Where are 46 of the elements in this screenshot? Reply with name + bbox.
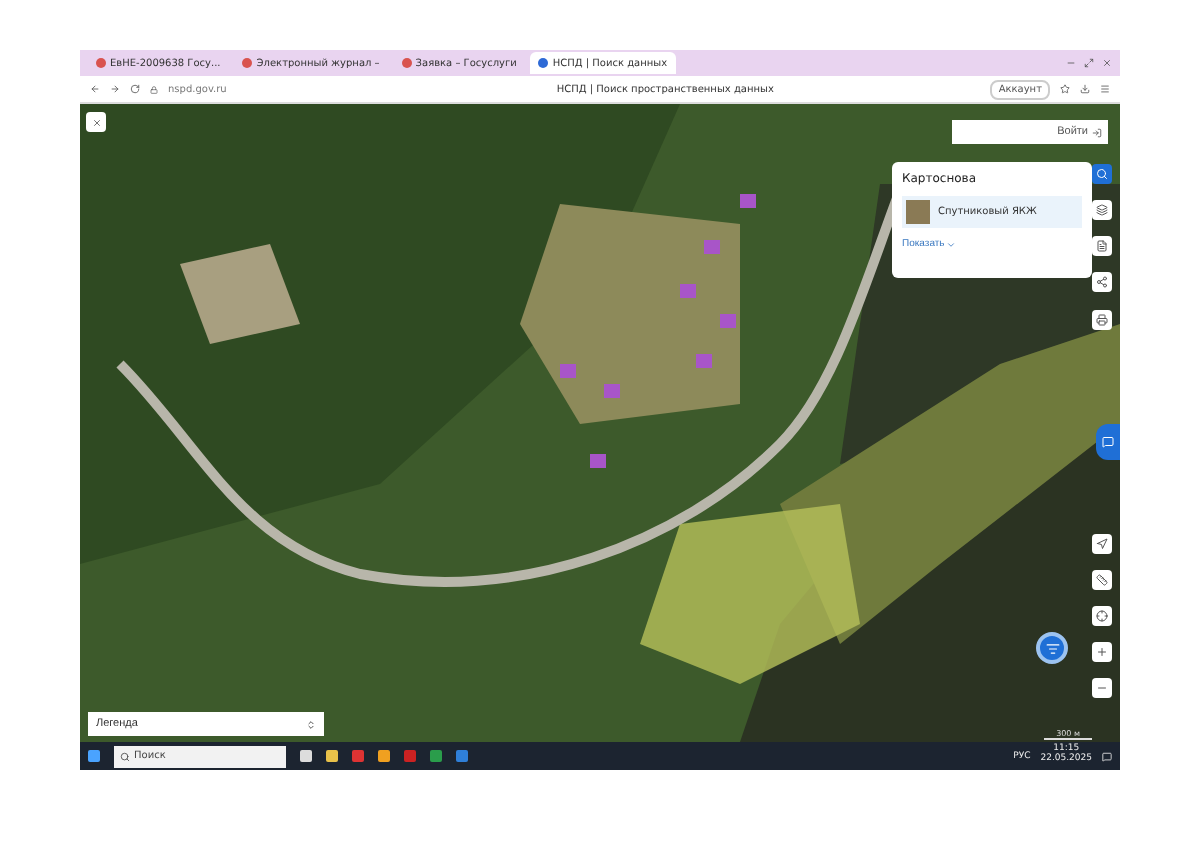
search-button[interactable]	[1092, 164, 1112, 184]
list-icon	[1045, 641, 1059, 655]
locate-button[interactable]	[1092, 534, 1112, 554]
navigation-icon	[1096, 538, 1108, 550]
lock-icon	[150, 85, 158, 93]
login-icon	[1092, 127, 1102, 137]
plus-icon	[1096, 646, 1108, 658]
collapse-button[interactable]	[86, 112, 106, 132]
share-button[interactable]	[1092, 272, 1112, 292]
document-button[interactable]	[1092, 236, 1112, 256]
app-icon[interactable]	[378, 750, 390, 762]
print-button[interactable]	[1092, 310, 1112, 330]
photo-placeholder	[906, 200, 930, 224]
app-icon[interactable]	[352, 750, 364, 762]
menu-icon	[1100, 84, 1110, 94]
search-icon	[1096, 168, 1108, 180]
minus-icon	[1096, 682, 1108, 694]
printer-icon	[1096, 314, 1108, 326]
app-icon[interactable]	[300, 750, 312, 762]
zoom-out-button[interactable]	[1092, 678, 1112, 698]
download-icon	[1080, 84, 1090, 94]
app-icon[interactable]	[326, 750, 338, 762]
center-button[interactable]	[1092, 606, 1112, 626]
app-icon[interactable]	[430, 750, 442, 762]
document-icon	[1096, 240, 1108, 252]
layers-button[interactable]	[1092, 200, 1112, 220]
minimize-icon	[1066, 58, 1076, 68]
layers-icon	[1096, 204, 1108, 216]
back-icon	[90, 84, 100, 94]
ruler-icon	[1096, 574, 1108, 586]
app-icon[interactable]	[456, 750, 468, 762]
crosshair-icon	[1096, 610, 1108, 622]
notification-icon	[1102, 751, 1112, 761]
maximize-icon	[1084, 58, 1094, 68]
star-icon	[1060, 84, 1070, 94]
updown-icon	[306, 719, 316, 729]
reload-icon	[130, 84, 140, 94]
share-icon	[1096, 276, 1108, 288]
search-icon	[120, 751, 130, 761]
chat-icon	[1102, 436, 1114, 448]
chat-button[interactable]	[1096, 424, 1120, 460]
forward-icon	[110, 84, 120, 94]
measure-button[interactable]	[1092, 570, 1112, 590]
chevron-icon	[946, 239, 957, 249]
start-icon[interactable]	[88, 750, 100, 762]
zoom-in-button[interactable]	[1092, 642, 1112, 662]
